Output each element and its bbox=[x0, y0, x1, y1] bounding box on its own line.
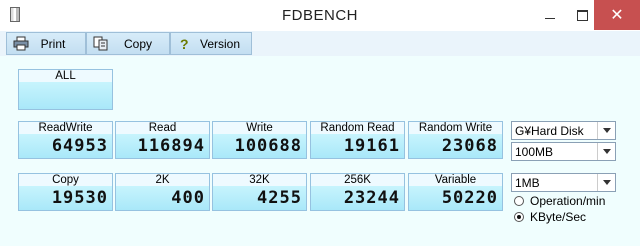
random-read-result[interactable]: Random Read 19161 bbox=[310, 121, 405, 159]
2k-label: 2K bbox=[116, 174, 209, 186]
variable-result[interactable]: Variable 50220 bbox=[408, 173, 503, 211]
write-result[interactable]: Write 100688 bbox=[212, 121, 307, 159]
copy-result[interactable]: Copy 19530 bbox=[18, 173, 113, 211]
drive-select-value: G¥Hard Disk bbox=[515, 124, 584, 138]
variable-label: Variable bbox=[409, 174, 502, 186]
256k-value: 23244 bbox=[311, 186, 404, 210]
read-value: 116894 bbox=[116, 134, 209, 158]
random-write-result[interactable]: Random Write 23068 bbox=[408, 121, 503, 159]
all-value bbox=[19, 82, 112, 109]
variable-value: 50220 bbox=[409, 186, 502, 210]
block-size-select[interactable]: 1MB bbox=[511, 173, 616, 192]
radio-on-icon[interactable] bbox=[514, 212, 524, 222]
write-value: 100688 bbox=[213, 134, 306, 158]
unit-operation-radio[interactable]: Operation/min bbox=[514, 194, 605, 208]
32k-value: 4255 bbox=[213, 186, 306, 210]
unit-operation-label: Operation/min bbox=[530, 194, 606, 208]
read-result[interactable]: Read 116894 bbox=[115, 121, 210, 159]
256k-result[interactable]: 256K 23244 bbox=[310, 173, 405, 211]
fdbench-window: FDBENCH ✕ Print Copy ? Version ALL ReadW… bbox=[0, 0, 640, 246]
read-label: Read bbox=[116, 122, 209, 134]
readwrite-value: 64953 bbox=[19, 134, 112, 158]
unit-kbyte-radio[interactable]: KByte/Sec bbox=[514, 210, 586, 224]
unit-kbyte-label: KByte/Sec bbox=[530, 210, 587, 224]
copy-label: Copy bbox=[123, 36, 152, 51]
2k-result[interactable]: 2K 400 bbox=[115, 173, 210, 211]
print-button[interactable]: Print bbox=[6, 32, 86, 55]
2k-value: 400 bbox=[116, 186, 209, 210]
block-size-select-value: 1MB bbox=[515, 176, 540, 190]
title-bar[interactable]: FDBENCH ✕ bbox=[0, 0, 640, 32]
chevron-down-icon[interactable] bbox=[597, 122, 615, 139]
random-write-label: Random Write bbox=[409, 122, 502, 134]
drive-select[interactable]: G¥Hard Disk bbox=[511, 121, 616, 140]
32k-label: 32K bbox=[213, 174, 306, 186]
readwrite-result[interactable]: ReadWrite 64953 bbox=[18, 121, 113, 159]
readwrite-label: ReadWrite bbox=[19, 122, 112, 134]
test-size-select[interactable]: 100MB bbox=[511, 142, 616, 161]
toolbar: Print Copy ? Version bbox=[0, 31, 640, 56]
chevron-down-icon[interactable] bbox=[597, 143, 615, 160]
random-write-value: 23068 bbox=[409, 134, 502, 158]
32k-result[interactable]: 32K 4255 bbox=[212, 173, 307, 211]
minimize-icon bbox=[545, 17, 555, 19]
close-icon: ✕ bbox=[610, 7, 624, 24]
random-read-value: 19161 bbox=[311, 134, 404, 158]
all-benchmark-button[interactable]: ALL bbox=[18, 69, 113, 110]
256k-label: 256K bbox=[311, 174, 404, 186]
version-label: Version bbox=[199, 36, 241, 51]
copy-result-label: Copy bbox=[19, 174, 112, 186]
write-label: Write bbox=[213, 122, 306, 134]
copy-result-value: 19530 bbox=[19, 186, 112, 210]
all-label: ALL bbox=[19, 70, 112, 82]
version-button[interactable]: ? Version bbox=[170, 32, 252, 55]
radio-off-icon[interactable] bbox=[514, 196, 524, 206]
close-button[interactable]: ✕ bbox=[594, 0, 640, 30]
print-label: Print bbox=[40, 36, 66, 51]
random-read-label: Random Read bbox=[311, 122, 404, 134]
chevron-down-icon[interactable] bbox=[597, 174, 615, 191]
copy-button[interactable]: Copy bbox=[86, 32, 170, 55]
maximize-icon bbox=[576, 9, 588, 21]
test-size-select-value: 100MB bbox=[515, 145, 554, 159]
